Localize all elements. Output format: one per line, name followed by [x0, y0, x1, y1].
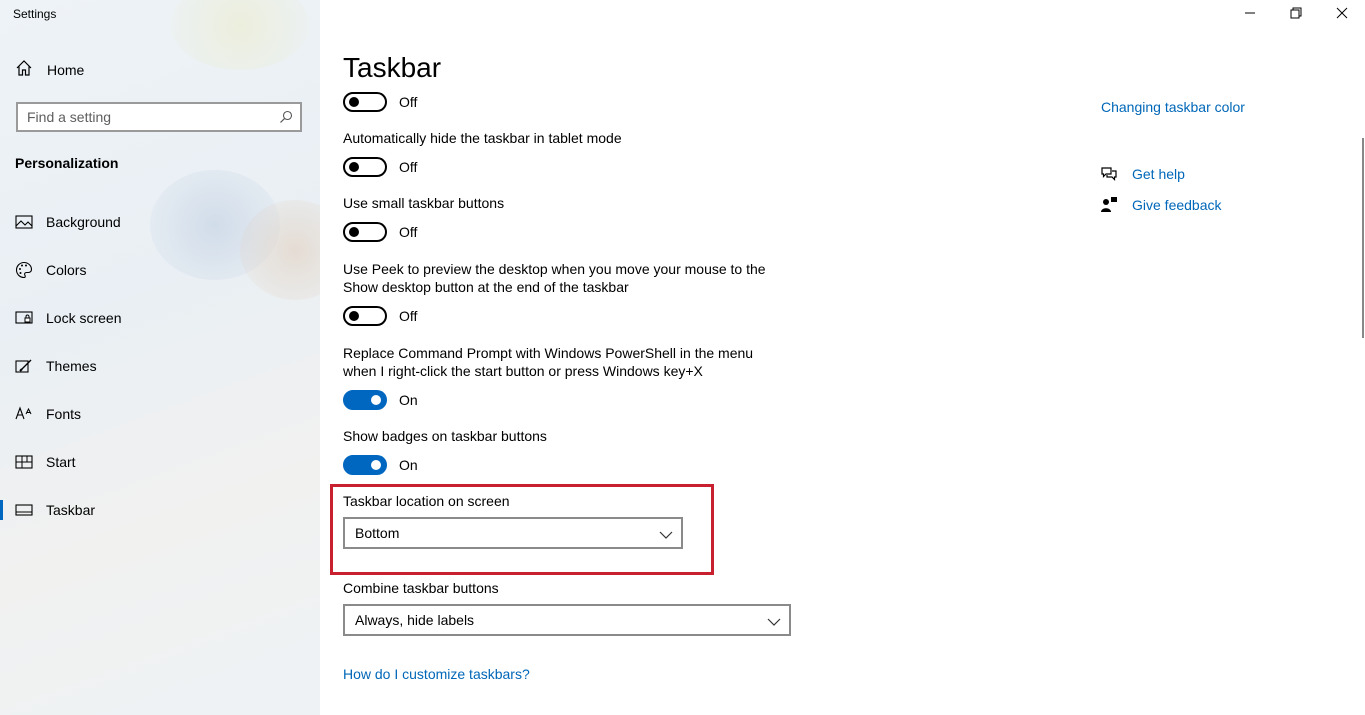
window-controls	[1227, 0, 1365, 30]
setting-toggle-row: Off	[343, 222, 417, 242]
fonts-icon	[15, 405, 33, 423]
search-icon[interactable]	[272, 110, 300, 124]
setting-toggle-row: Off	[343, 157, 417, 177]
setting-caption: Show badges on taskbar buttons	[343, 428, 547, 444]
toggle-state: On	[399, 392, 418, 408]
toggle-switch[interactable]	[343, 390, 387, 410]
close-button[interactable]	[1319, 0, 1365, 30]
themes-icon	[15, 357, 33, 375]
setting-toggle-row: On	[343, 455, 418, 475]
search-box[interactable]	[16, 102, 302, 132]
image-icon	[15, 213, 33, 231]
sidebar-item-label: Lock screen	[46, 310, 122, 326]
setting-caption: Use Peek to preview the desktop when you…	[343, 261, 766, 295]
toggle-state: Off	[399, 94, 418, 110]
sidebar-item-label: Themes	[46, 358, 97, 374]
setting-toggle-row: On	[343, 390, 418, 410]
setting-caption: Automatically hide the taskbar in tablet…	[343, 130, 622, 146]
toggle-state: On	[399, 457, 418, 473]
restore-button[interactable]	[1273, 0, 1319, 30]
combine-value: Always, hide labels	[355, 612, 475, 628]
taskbar-icon	[15, 501, 33, 519]
palette-icon	[15, 261, 33, 279]
sidebar-item-lock-screen[interactable]: Lock screen	[0, 298, 320, 338]
toggle-knob	[349, 227, 359, 237]
location-dropdown[interactable]: Bottom	[343, 517, 683, 549]
toggle-knob	[349, 311, 359, 321]
chevron-down-icon	[659, 527, 673, 543]
toggle-knob	[349, 162, 359, 172]
sidebar-item-label: Start	[46, 454, 76, 470]
sidebar-item-taskbar[interactable]: Taskbar	[0, 490, 320, 530]
customize-help-link[interactable]: How do I customize taskbars?	[343, 666, 530, 682]
location-label: Taskbar location on screen	[343, 493, 510, 509]
sidebar-item-themes[interactable]: Themes	[0, 346, 320, 386]
chevron-down-icon	[767, 614, 781, 630]
toggle-switch[interactable]	[343, 92, 387, 112]
sidebar-item-label: Colors	[46, 262, 87, 278]
setting-caption: Replace Command Prompt with Windows Powe…	[343, 345, 754, 379]
window-title: Settings	[13, 7, 57, 21]
toggle-switch[interactable]	[343, 306, 387, 326]
active-indicator	[0, 500, 3, 520]
sidebar-item-start[interactable]: Start	[0, 442, 320, 482]
home-nav-item[interactable]: Home	[15, 59, 85, 82]
settings-window: Settings Home Personalization	[0, 0, 1365, 715]
page-title: Taskbar	[343, 52, 442, 83]
combine-dropdown[interactable]: Always, hide labels	[343, 604, 791, 636]
setting-toggle-row: Off	[343, 92, 417, 112]
main-panel: Taskbar Off Automatically hide the taskb…	[320, 0, 1365, 715]
toggle-knob	[349, 97, 359, 107]
toggle-switch[interactable]	[343, 157, 387, 177]
toggle-state: Off	[399, 308, 418, 324]
taskbar-color-link[interactable]: Changing taskbar color	[1101, 99, 1245, 115]
toggle-state: Off	[399, 159, 418, 175]
chat-help-icon	[1100, 165, 1118, 183]
combine-label: Combine taskbar buttons	[343, 580, 499, 596]
sidebar-item-label: Fonts	[46, 406, 82, 422]
restore-icon	[1290, 6, 1302, 24]
close-icon	[1336, 6, 1348, 24]
sidebar-item-background[interactable]: Background	[0, 202, 320, 242]
toggle-switch[interactable]	[343, 222, 387, 242]
setting-caption: Use small taskbar buttons	[343, 195, 505, 211]
location-value: Bottom	[355, 525, 400, 541]
feedback-icon	[1100, 196, 1118, 214]
sidebar-item-label: Taskbar	[46, 502, 96, 518]
minimize-icon	[1244, 6, 1256, 24]
give-feedback-link[interactable]: Give feedback	[1100, 196, 1222, 214]
sidebar-item-fonts[interactable]: Fonts	[0, 394, 320, 434]
get-help-label: Get help	[1132, 166, 1185, 182]
sidebar: Settings Home Personalization	[0, 0, 320, 715]
toggle-knob	[371, 460, 381, 470]
lock-screen-icon	[15, 309, 33, 327]
give-feedback-label: Give feedback	[1132, 197, 1222, 213]
home-icon	[15, 59, 33, 82]
scrollbar[interactable]	[1362, 138, 1364, 338]
get-help-link[interactable]: Get help	[1100, 165, 1185, 183]
background-blur	[170, 0, 310, 70]
toggle-switch[interactable]	[343, 455, 387, 475]
home-label: Home	[47, 62, 85, 78]
start-icon	[15, 453, 33, 471]
toggle-state: Off	[399, 224, 418, 240]
sidebar-item-colors[interactable]: Colors	[0, 250, 320, 290]
sidebar-item-label: Background	[46, 214, 121, 230]
section-title: Personalization	[15, 155, 119, 171]
toggle-knob	[371, 395, 381, 405]
setting-toggle-row: Off	[343, 306, 417, 326]
search-input[interactable]	[18, 109, 272, 125]
minimize-button[interactable]	[1227, 0, 1273, 30]
